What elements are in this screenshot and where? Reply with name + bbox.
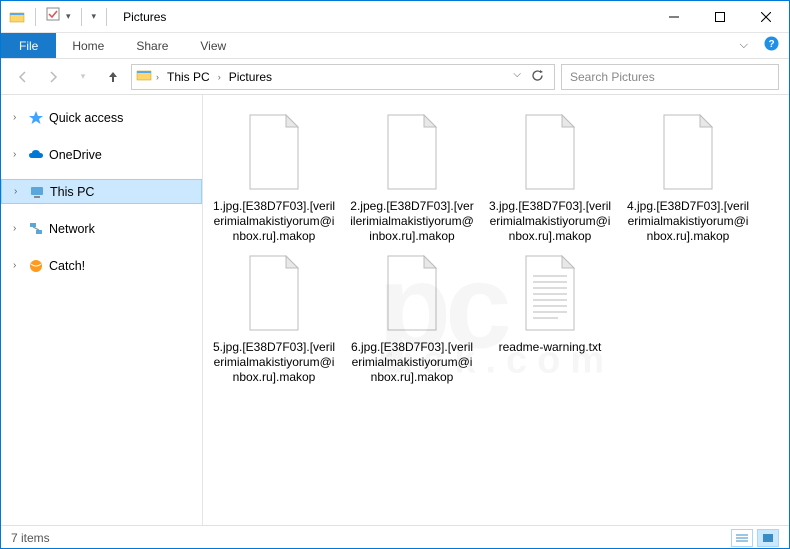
sidebar-item-label: Catch! — [49, 259, 85, 273]
file-item[interactable]: 2.jpeg.[E38D7F03].[verilerimialmakistiyo… — [347, 109, 477, 244]
file-name: 6.jpg.[E38D7F03].[verilerimialmakistiyor… — [349, 340, 475, 385]
sidebar-item-onedrive[interactable]: › OneDrive — [1, 142, 202, 167]
separator — [35, 8, 36, 26]
ball-icon — [28, 258, 44, 274]
file-item[interactable]: 3.jpg.[E38D7F03].[verilerimialmakistiyor… — [485, 109, 615, 244]
cloud-icon — [28, 147, 44, 163]
recent-dropdown-icon[interactable]: ▾ — [71, 65, 95, 89]
sidebar-item-this-pc[interactable]: › This PC — [1, 179, 202, 204]
details-view-button[interactable] — [731, 529, 753, 547]
chevron-right-icon[interactable]: › — [13, 223, 23, 234]
maximize-button[interactable] — [697, 1, 743, 33]
large-icons-view-button[interactable] — [757, 529, 779, 547]
breadcrumb-dropdown-icon[interactable]: ⌵ — [513, 69, 521, 85]
up-button[interactable] — [101, 65, 125, 89]
blank-file-icon — [649, 109, 727, 195]
blank-file-icon — [373, 250, 451, 336]
chevron-right-icon[interactable]: › — [216, 72, 223, 82]
file-name: 4.jpg.[E38D7F03].[verilerimialmakistiyor… — [625, 199, 751, 244]
search-input[interactable]: Search Pictures — [561, 64, 779, 90]
ribbon: File Home Share View ⌵ ? — [1, 33, 789, 59]
tab-share[interactable]: Share — [120, 33, 184, 58]
navigation-pane: › Quick access › OneDrive › This PC › Ne… — [1, 95, 203, 525]
file-item[interactable]: readme-warning.txt — [485, 250, 615, 385]
qat-overflow-icon[interactable]: ▾ — [92, 11, 97, 22]
status-count: 7 items — [11, 531, 50, 545]
file-list[interactable]: pcrisk.com 1.jpg.[E38D7F03].[verilerimia… — [203, 95, 789, 525]
breadcrumb-this-pc[interactable]: This PC — [163, 70, 214, 84]
window-title: Pictures — [117, 10, 166, 24]
star-icon — [28, 110, 44, 126]
text-file-icon — [511, 250, 589, 336]
separator — [81, 8, 82, 26]
tab-view[interactable]: View — [184, 33, 242, 58]
help-icon[interactable]: ? — [764, 36, 779, 56]
blank-file-icon — [511, 109, 589, 195]
file-tab[interactable]: File — [1, 33, 56, 58]
titlebar: ▾ ▾ Pictures — [1, 1, 789, 33]
sidebar-item-network[interactable]: › Network — [1, 216, 202, 241]
blank-file-icon — [373, 109, 451, 195]
statusbar: 7 items — [1, 525, 789, 549]
refresh-icon[interactable] — [531, 69, 544, 85]
sidebar-item-label: Network — [49, 222, 95, 236]
close-button[interactable] — [743, 1, 789, 33]
chevron-right-icon[interactable]: › — [154, 72, 161, 82]
chevron-right-icon[interactable]: › — [13, 149, 23, 160]
qat-checkbox-icon[interactable] — [46, 7, 60, 26]
titlebar-left: ▾ ▾ Pictures — [1, 7, 166, 26]
file-item[interactable]: 6.jpg.[E38D7F03].[verilerimialmakistiyor… — [347, 250, 477, 385]
separator — [106, 8, 107, 26]
file-item[interactable]: 1.jpg.[E38D7F03].[verilerimialmakistiyor… — [209, 109, 339, 244]
svg-text:?: ? — [768, 39, 774, 50]
file-name: 3.jpg.[E38D7F03].[verilerimialmakistiyor… — [487, 199, 613, 244]
breadcrumb[interactable]: › This PC › Pictures ⌵ — [131, 64, 555, 90]
sidebar-item-catch[interactable]: › Catch! — [1, 253, 202, 278]
file-name: readme-warning.txt — [499, 340, 602, 355]
chevron-right-icon[interactable]: › — [14, 186, 24, 197]
explorer-icon — [9, 9, 25, 25]
chevron-right-icon[interactable]: › — [13, 112, 23, 123]
network-icon — [28, 221, 44, 237]
window-controls — [651, 1, 789, 33]
chevron-right-icon[interactable]: › — [13, 260, 23, 271]
file-item[interactable]: 4.jpg.[E38D7F03].[verilerimialmakistiyor… — [623, 109, 753, 244]
tab-home[interactable]: Home — [56, 33, 120, 58]
file-item[interactable]: 5.jpg.[E38D7F03].[verilerimialmakistiyor… — [209, 250, 339, 385]
sidebar-item-label: Quick access — [49, 111, 123, 125]
forward-button[interactable] — [41, 65, 65, 89]
sidebar-item-label: OneDrive — [49, 148, 102, 162]
breadcrumb-folder-icon — [136, 67, 152, 86]
sidebar-item-quick-access[interactable]: › Quick access — [1, 105, 202, 130]
file-name: 5.jpg.[E38D7F03].[verilerimialmakistiyor… — [211, 340, 337, 385]
qat-dropdown-icon[interactable]: ▾ — [66, 11, 71, 22]
back-button[interactable] — [11, 65, 35, 89]
file-name: 2.jpeg.[E38D7F03].[verilerimialmakistiyo… — [349, 199, 475, 244]
minimize-button[interactable] — [651, 1, 697, 33]
addressbar: ▾ › This PC › Pictures ⌵ Search Pictures — [1, 59, 789, 95]
breadcrumb-pictures[interactable]: Pictures — [225, 70, 276, 84]
blank-file-icon — [235, 250, 313, 336]
monitor-icon — [29, 184, 45, 200]
blank-file-icon — [235, 109, 313, 195]
file-name: 1.jpg.[E38D7F03].[verilerimialmakistiyor… — [211, 199, 337, 244]
expand-ribbon-icon[interactable]: ⌵ — [740, 39, 748, 52]
sidebar-item-label: This PC — [50, 185, 94, 199]
